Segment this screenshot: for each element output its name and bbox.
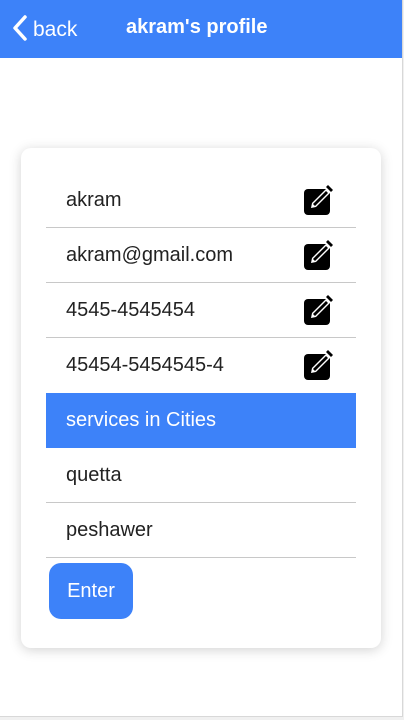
enter-button[interactable]: Enter [49, 563, 133, 619]
edit-icon[interactable] [302, 238, 336, 272]
field-row-name: akram [46, 173, 356, 228]
city-label: peshawer [66, 518, 153, 541]
list-item-city: quetta [46, 448, 356, 503]
field-row-id: 45454-5454545-4 [46, 338, 356, 392]
app-header: back akram's profile [0, 0, 402, 58]
email-value: akram@gmail.com [66, 243, 234, 266]
edit-icon[interactable] [302, 183, 336, 217]
page-title: akram's profile [126, 16, 268, 38]
services-heading-label: services in Cities [66, 409, 217, 431]
back-label: back [33, 18, 78, 41]
services-heading: services in Cities [46, 393, 356, 448]
id-value: 45454-5454545-4 [66, 353, 224, 376]
back-button[interactable]: back [10, 14, 77, 46]
field-row-phone: 4545-4545454 [46, 283, 356, 338]
profile-screen: back akram's profile akram akram@gmail.c… [0, 0, 403, 717]
edit-icon[interactable] [302, 293, 336, 327]
profile-card: akram akram@gmail.com 4545-4545454 45454… [21, 148, 381, 648]
field-row-email: akram@gmail.com [46, 228, 356, 283]
city-label: quetta [66, 463, 122, 486]
phone-value: 4545-4545454 [66, 298, 196, 321]
name-value: akram [66, 188, 122, 211]
chevron-left-icon [10, 13, 30, 48]
edit-icon[interactable] [302, 348, 336, 382]
list-item-city: peshawer [46, 503, 356, 558]
